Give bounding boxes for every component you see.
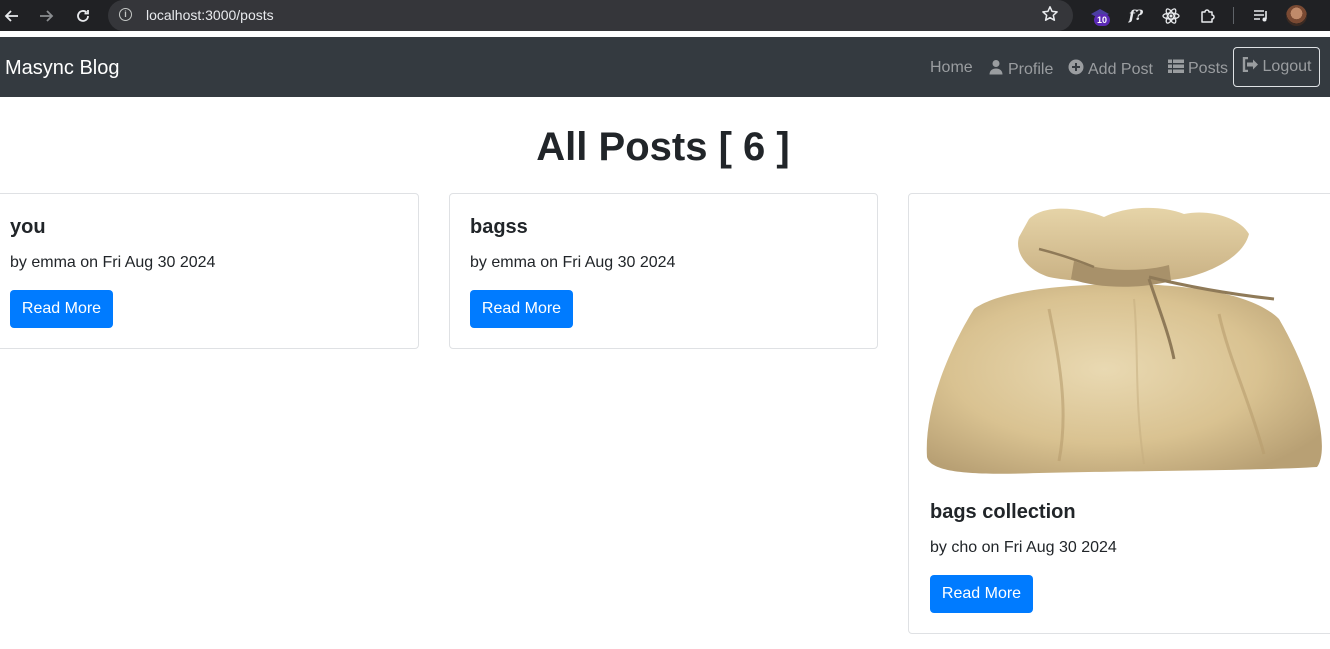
user-icon [988, 59, 1004, 80]
nav-link-home[interactable]: Home [930, 59, 973, 77]
url-text: localhost:3000/posts [146, 7, 274, 23]
nav-link-add-post[interactable]: Add Post [1068, 59, 1153, 80]
back-arrow-icon[interactable] [1, 5, 23, 27]
reload-icon[interactable] [72, 5, 94, 27]
post-title: bags collection [930, 501, 1076, 523]
page-title: All Posts [ 6 ] [536, 125, 790, 169]
function-extension-icon[interactable]: f? [1124, 4, 1148, 28]
brand-link[interactable]: Masync Blog [5, 57, 120, 80]
site-info-icon[interactable]: i [119, 8, 132, 21]
list-table-icon [1168, 59, 1184, 79]
read-more-button[interactable]: Read More [470, 290, 573, 328]
extension-badge: 10 [1094, 14, 1111, 26]
post-meta: by emma on Fri Aug 30 2024 [10, 254, 216, 271]
nav-link-add-post-label: Add Post [1088, 60, 1153, 78]
sign-out-icon [1242, 56, 1259, 77]
post-meta: by emma on Fri Aug 30 2024 [470, 254, 676, 271]
profile-avatar[interactable] [1286, 5, 1307, 26]
react-devtools-icon[interactable] [1159, 4, 1183, 28]
post-title: bagss [470, 216, 528, 238]
nav-link-posts-label: Posts [1188, 60, 1229, 77]
post-meta: by cho on Fri Aug 30 2024 [930, 539, 1117, 556]
address-bar[interactable]: i localhost:3000/posts [108, 0, 1073, 31]
nav-link-home-label: Home [930, 59, 973, 76]
nav-link-profile[interactable]: Profile [988, 59, 1053, 80]
logout-button[interactable]: Logout [1233, 47, 1320, 87]
burlap-sack-image [919, 199, 1329, 481]
logout-label: Logout [1262, 58, 1312, 75]
post-card: bags collection by cho on Fri Aug 30 202… [908, 193, 1330, 634]
browser-toolbar: i localhost:3000/posts 10 f? [0, 0, 1330, 31]
read-more-button[interactable]: Read More [930, 575, 1033, 613]
nav-link-profile-label: Profile [1008, 60, 1054, 78]
media-playlist-icon[interactable] [1249, 4, 1273, 28]
post-title: you [10, 216, 46, 238]
nav-link-posts[interactable]: Posts [1168, 59, 1228, 79]
read-more-button[interactable]: Read More [10, 290, 113, 328]
bookmark-star-icon[interactable] [1041, 5, 1059, 28]
navbar: Masync Blog Home Profile Add Post Posts … [0, 37, 1330, 97]
forward-arrow-icon[interactable] [35, 5, 57, 27]
post-card: you by emma on Fri Aug 30 2024 Read More [0, 193, 419, 349]
toolbar-separator [1233, 7, 1234, 24]
extensions-puzzle-icon[interactable] [1196, 4, 1220, 28]
post-card: bagss by emma on Fri Aug 30 2024 Read Mo… [449, 193, 878, 349]
plus-circle-icon [1068, 59, 1084, 80]
